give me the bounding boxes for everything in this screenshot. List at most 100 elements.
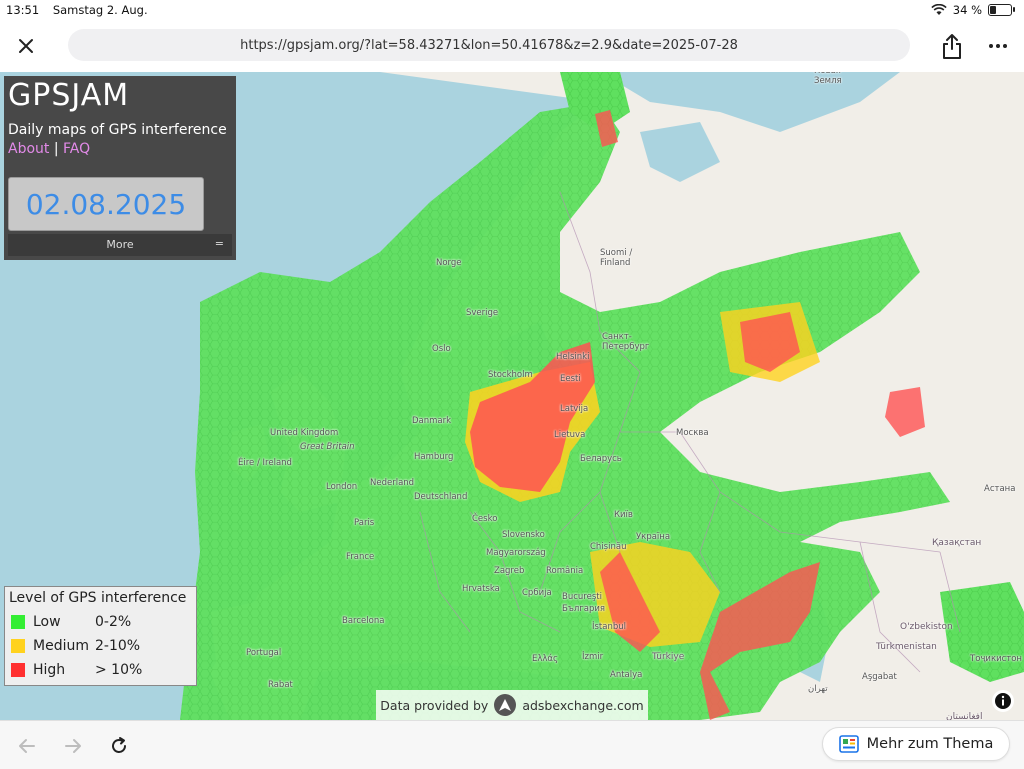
date-picker-button[interactable]: 02.08.2025 bbox=[8, 177, 204, 231]
share-icon[interactable] bbox=[940, 32, 964, 60]
map-label-magyar: Magyarország bbox=[486, 548, 546, 558]
legend-swatch-medium bbox=[11, 639, 25, 653]
browser-bottom-bar: Mehr zum Thema bbox=[0, 720, 1024, 769]
legend-level-name: Low bbox=[33, 614, 61, 630]
map-label-eire: Éire / Ireland bbox=[238, 458, 292, 468]
about-link[interactable]: About bbox=[8, 141, 49, 157]
map-label-turkiye: Türkiye bbox=[652, 652, 685, 662]
legend-level-name: High bbox=[33, 662, 66, 678]
url-text: https://gpsjam.org/?lat=58.43271&lon=50.… bbox=[240, 37, 738, 53]
wifi-icon bbox=[931, 4, 947, 15]
battery-icon bbox=[988, 4, 1015, 16]
map-label-hamburg: Hamburg bbox=[414, 452, 454, 462]
map-label-moskva: Москва bbox=[676, 428, 709, 438]
map-label-srbija: Србија bbox=[522, 588, 552, 598]
map-label-norge: Norge bbox=[436, 258, 462, 268]
map-label-ellas: Ελλάς bbox=[532, 654, 559, 664]
link-separator: | bbox=[53, 141, 59, 157]
legend-level-range: 2-10% bbox=[95, 638, 141, 654]
battery-percent: 34 % bbox=[952, 3, 982, 17]
status-time: 13:51 bbox=[6, 3, 40, 17]
map-label-kyiv: Київ bbox=[614, 510, 633, 520]
more-icon[interactable] bbox=[986, 34, 1010, 58]
topic-button-label: Mehr zum Thema bbox=[866, 736, 994, 752]
legend-row-medium: Medium 2-10% bbox=[11, 638, 140, 654]
map-label-portugal: Portugal bbox=[246, 648, 282, 658]
map-label-deutschland: Deutschland bbox=[414, 492, 468, 502]
legend-level-name: Medium bbox=[33, 638, 89, 654]
map-label-france: France bbox=[346, 552, 375, 562]
app-subtitle: Daily maps of GPS interference bbox=[8, 122, 227, 138]
map-label-tojikiston: Тоҷикистон bbox=[970, 654, 1022, 664]
map-label-bucuresti: Bucureşti bbox=[562, 592, 602, 602]
url-field[interactable]: https://gpsjam.org/?lat=58.43271&lon=50.… bbox=[68, 29, 910, 61]
map-label-paris: Paris bbox=[354, 518, 375, 528]
map-label-astana: Астана bbox=[984, 484, 1016, 494]
data-attribution: Data provided by adsbexchange.com bbox=[376, 690, 648, 720]
map-label-helsinki: Helsinki bbox=[556, 352, 590, 362]
map-label-zagreb: Zagreb bbox=[494, 566, 525, 576]
map-label-eesti: Eesti bbox=[560, 374, 581, 384]
legend-title: Level of GPS interference bbox=[9, 590, 187, 606]
app-title: GPSJAM bbox=[8, 78, 130, 113]
faq-link[interactable]: FAQ bbox=[63, 141, 90, 157]
status-bar: 13:51 Samstag 2. Aug. 34 % bbox=[0, 0, 1024, 20]
reload-icon[interactable] bbox=[108, 735, 130, 757]
map-label-afghanistan: افغانستان bbox=[946, 712, 983, 720]
map-label-antalya: Antalya bbox=[610, 670, 643, 680]
map-label-suomi: Suomi / Finland bbox=[600, 248, 633, 268]
map-label-stockholm: Stockholm bbox=[488, 370, 533, 380]
map-label-kazakhstan: Қазақстан bbox=[932, 538, 982, 548]
map-label-danmark: Danmark bbox=[412, 416, 452, 426]
status-date: Samstag 2. Aug. bbox=[52, 3, 148, 17]
map-label-latvija: Latvija bbox=[560, 404, 589, 414]
map-label-turkmenistan: Türkmenistan bbox=[876, 642, 937, 652]
map-label-gb: Great Britain bbox=[300, 442, 355, 452]
gpsjam-panel: GPSJAM Daily maps of GPS interference Ab… bbox=[4, 76, 236, 260]
legend-level-range: 0-2% bbox=[95, 614, 132, 630]
attribution-prefix: Data provided by bbox=[380, 697, 489, 713]
map-label-chisinau: Chișinău bbox=[590, 542, 627, 552]
map-label-nederland: Nederland bbox=[370, 478, 415, 488]
map-label-oslo: Oslo bbox=[432, 344, 451, 354]
map-label-belarus: Беларусь bbox=[580, 454, 622, 464]
map-label-sverige: Sverige bbox=[466, 308, 499, 318]
menu-icon: = bbox=[214, 237, 224, 250]
map-label-bulgaria: България bbox=[562, 604, 605, 614]
panel-links: About | FAQ bbox=[8, 141, 90, 157]
legend-level-range: > 10% bbox=[95, 662, 143, 678]
map-label-tehran: تهران bbox=[808, 684, 828, 694]
more-toggle[interactable]: More = bbox=[8, 234, 232, 256]
map-label-asgabat: Aşgabat bbox=[862, 672, 897, 682]
info-icon[interactable] bbox=[992, 690, 1014, 712]
browser-toolbar: https://gpsjam.org/?lat=58.43271&lon=50.… bbox=[0, 20, 1024, 72]
forward-icon[interactable] bbox=[62, 735, 84, 757]
map-label-hrvatska: Hrvatska bbox=[462, 584, 500, 594]
topic-icon bbox=[838, 735, 859, 753]
map-label-uk: United Kingdom bbox=[270, 428, 339, 438]
map-label-slovensko: Slovensko bbox=[502, 530, 545, 540]
legend-swatch-low bbox=[11, 615, 25, 629]
legend-row-high: High > 10% bbox=[11, 662, 142, 678]
map-label-london: London bbox=[326, 482, 358, 492]
map-label-cesko: Česko bbox=[472, 514, 498, 524]
map-label-romania: România bbox=[546, 566, 584, 576]
map-label-ostrov: Новая Земля bbox=[814, 72, 842, 86]
back-icon[interactable] bbox=[16, 735, 38, 757]
map-label-izmir: İzmir bbox=[582, 652, 604, 662]
map-label-lietuva: Lietuva bbox=[554, 430, 586, 440]
map-label-istanbul: İstanbul bbox=[592, 622, 627, 632]
adsbexchange-logo-icon[interactable] bbox=[494, 694, 517, 716]
attribution-provider-link[interactable]: adsbexchange.com bbox=[522, 698, 643, 713]
legend-swatch-high bbox=[11, 663, 25, 677]
map-label-ozbekiston: O'zbekiston bbox=[900, 622, 953, 632]
more-on-topic-button[interactable]: Mehr zum Thema bbox=[822, 727, 1010, 761]
map-label-barcelona: Barcelona bbox=[342, 616, 385, 626]
map-label-rabat: Rabat bbox=[268, 680, 293, 690]
map-label-spb: Санкт- Петербург bbox=[602, 332, 650, 352]
close-icon[interactable] bbox=[14, 34, 38, 58]
interference-legend: Level of GPS interference Low 0-2% Mediu… bbox=[4, 586, 197, 686]
legend-row-low: Low 0-2% bbox=[11, 614, 131, 630]
more-label: More bbox=[106, 238, 134, 251]
map-label-ukraina: Україна bbox=[636, 532, 671, 542]
